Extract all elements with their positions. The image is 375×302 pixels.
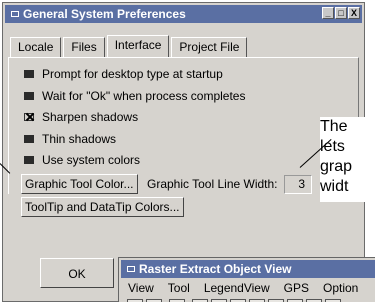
line-width-label: Graphic Tool Line Width: [147, 177, 278, 191]
option-wait-ok[interactable]: Wait for "Ok" when process completes [24, 89, 245, 103]
raster-window-title: Raster Extract Object View [139, 262, 292, 276]
callout-line: The [320, 118, 348, 135]
menu-legendview[interactable]: LegendView [197, 281, 277, 295]
raster-titlebar[interactable]: Raster Extract Object View [121, 260, 375, 278]
minimize-button[interactable]: _ [322, 7, 334, 19]
option-label: Wait for "Ok" when process completes [42, 89, 246, 103]
checkbox[interactable] [24, 92, 34, 100]
menu-tool[interactable]: Tool [161, 281, 197, 295]
tab-interface[interactable]: Interface [106, 35, 170, 57]
checkbox-checked[interactable] [24, 113, 34, 121]
checkbox[interactable] [24, 135, 34, 143]
window-menu-icon[interactable] [11, 11, 19, 17]
raster-menubar: View Tool LegendView GPS Option [121, 278, 375, 298]
tab-bar: Locale Files Interface Project File [10, 35, 249, 57]
tab-project-file[interactable]: Project File [171, 37, 248, 57]
preferences-titlebar[interactable]: General System Preferences _ □ X [5, 5, 362, 23]
close-button[interactable]: X [348, 7, 360, 19]
checkbox[interactable] [24, 70, 34, 78]
line-width-field[interactable]: 3 [284, 175, 312, 194]
window-menu-icon[interactable] [127, 266, 135, 272]
option-label: Prompt for desktop type at startup [42, 67, 223, 81]
option-label: Sharpen shadows [42, 110, 139, 124]
checkbox[interactable] [24, 156, 34, 164]
option-system-colors[interactable]: Use system colors [24, 153, 140, 167]
callout-line: grap [320, 158, 353, 175]
callout-note: The lets grap widt [320, 117, 375, 202]
tab-files[interactable]: Files [63, 37, 105, 57]
window-title: General System Preferences [23, 7, 186, 21]
option-thin-shadows[interactable]: Thin shadows [24, 132, 116, 146]
option-label: Thin shadows [42, 132, 117, 146]
callout-line: widt [320, 178, 349, 195]
option-label: Use system colors [42, 153, 141, 167]
graphic-tool-color-button[interactable]: Graphic Tool Color... [21, 174, 138, 194]
raster-extract-window: Raster Extract Object View View Tool Leg… [118, 257, 375, 302]
tooltip-colors-button[interactable]: ToolTip and DataTip Colors... [21, 197, 184, 217]
option-prompt-desktop[interactable]: Prompt for desktop type at startup [24, 67, 223, 81]
option-sharpen-shadows[interactable]: Sharpen shadows [24, 110, 138, 124]
menu-option[interactable]: Option [316, 281, 365, 295]
window-controls: _ □ X [322, 7, 360, 19]
menu-gps[interactable]: GPS [277, 281, 316, 295]
menu-view[interactable]: View [121, 281, 161, 295]
maximize-button[interactable]: □ [335, 7, 347, 19]
ok-button[interactable]: OK [40, 258, 114, 288]
tab-locale[interactable]: Locale [10, 37, 62, 57]
